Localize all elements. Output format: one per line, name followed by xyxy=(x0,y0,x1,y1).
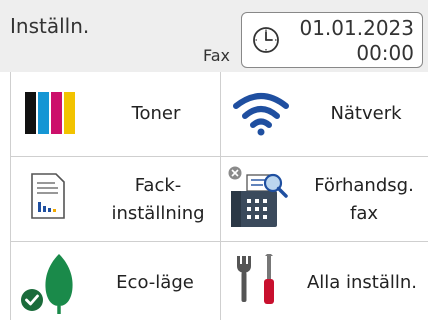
tile-fax-preview[interactable]: Förhandsg. fax xyxy=(221,157,428,242)
fax-preview-icon xyxy=(228,166,288,227)
wifi-icon xyxy=(233,93,289,136)
eco-leaf-icon xyxy=(21,254,73,314)
tile-all-settings[interactable]: Alla inställn. xyxy=(221,242,428,320)
tile-tray-settings[interactable]: Fack- inställning xyxy=(11,157,221,242)
tools-icon xyxy=(237,254,274,304)
tile-eco-mode-label: Eco-läge xyxy=(116,272,194,293)
tile-toner-label: Toner xyxy=(131,103,181,124)
tile-tray-label-line2: inställning xyxy=(111,203,205,224)
tile-fax-preview-label-line2: fax xyxy=(349,203,379,224)
tile-toner[interactable]: Toner xyxy=(11,72,221,157)
tile-eco-mode[interactable]: Eco-läge xyxy=(11,242,221,320)
mode-label: Fax xyxy=(203,46,231,65)
tile-tray-label-line1: Fack- xyxy=(134,175,182,196)
tile-network[interactable]: Nätverk xyxy=(221,72,428,157)
tray-settings-icon xyxy=(31,173,65,219)
time-display: 00:00 xyxy=(356,41,414,65)
tile-all-settings-label: Alla inställn. xyxy=(306,272,418,293)
settings-grid: Toner Nätverk Fack- inställning Förhands… xyxy=(10,72,428,320)
tile-fax-preview-label-line1: Förhandsg. xyxy=(314,175,414,196)
header-bar: Inställn. Fax 01.01.2023 00:00 xyxy=(0,0,428,72)
tile-network-label: Nätverk xyxy=(330,103,402,124)
toner-icon xyxy=(25,92,75,134)
clock-icon xyxy=(253,27,279,53)
page-title: Inställn. xyxy=(10,14,90,38)
date-display: 01.01.2023 xyxy=(299,16,414,40)
date-time-button[interactable]: 01.01.2023 00:00 xyxy=(241,12,423,68)
